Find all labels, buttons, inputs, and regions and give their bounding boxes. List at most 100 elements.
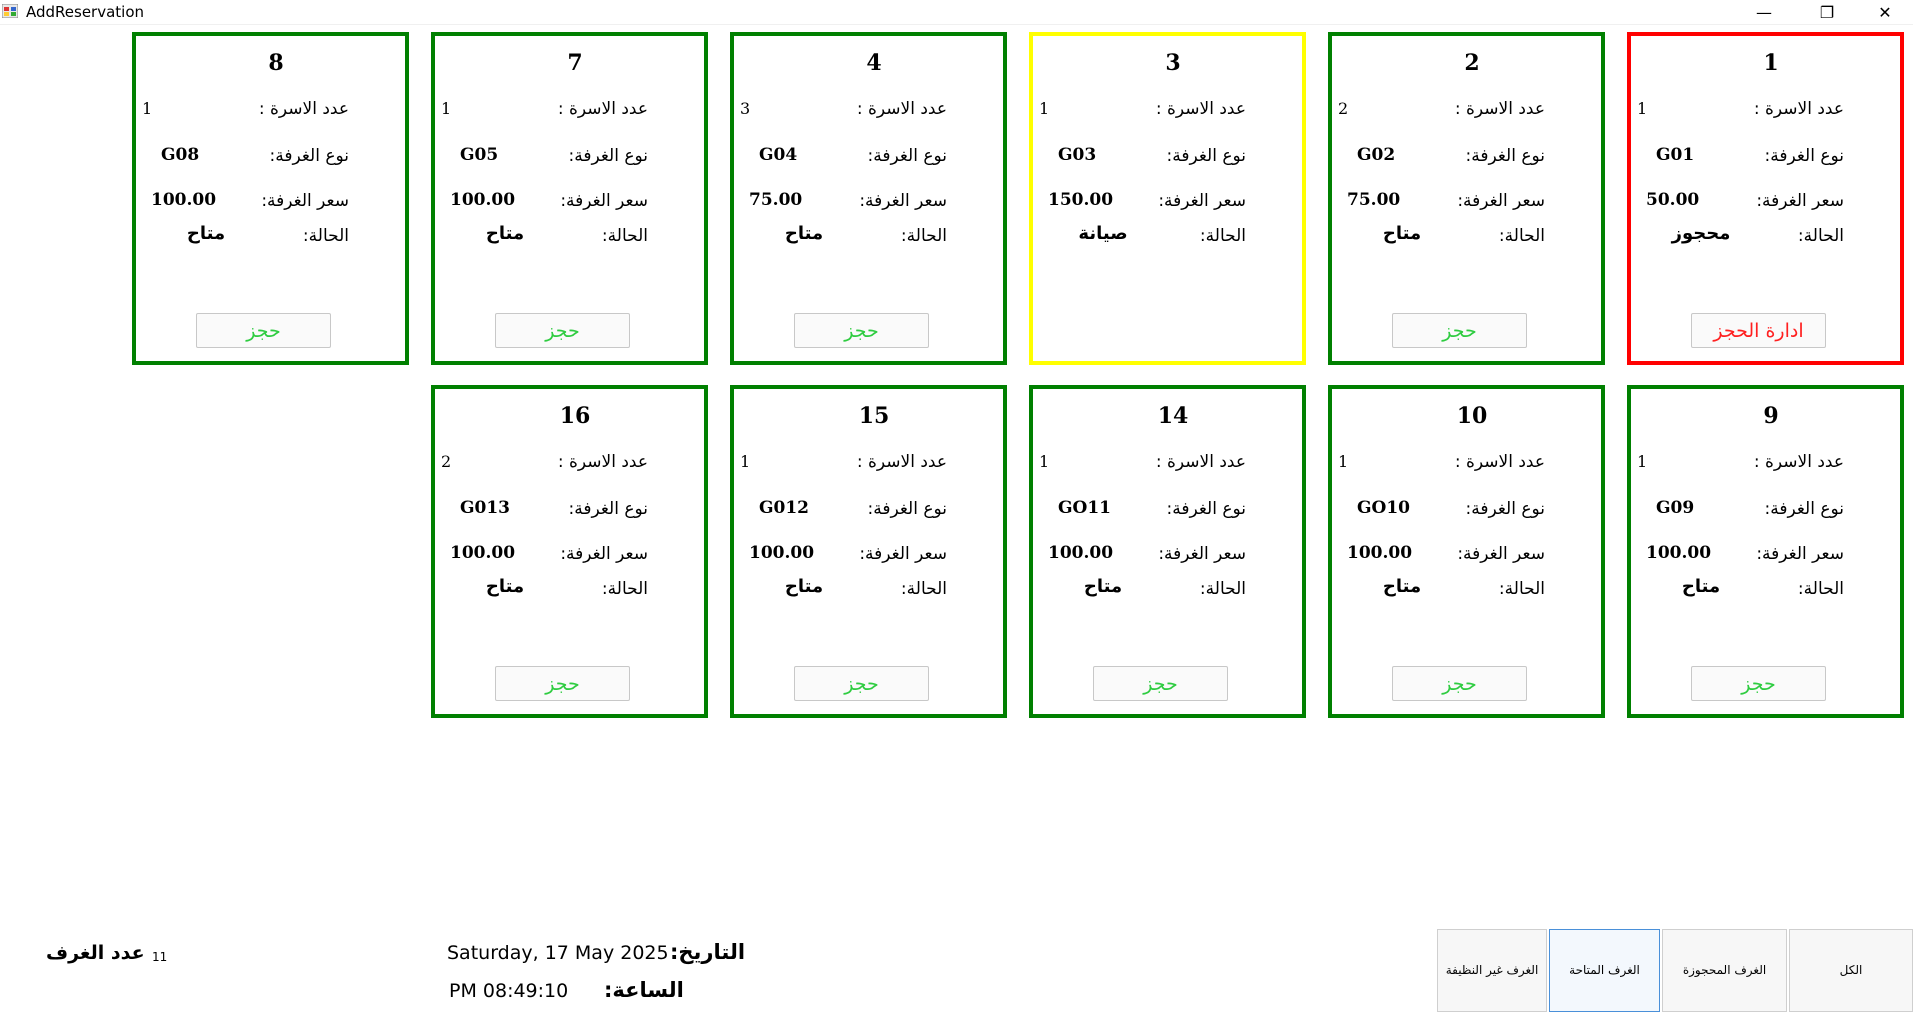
room-number: 7 xyxy=(567,50,583,76)
beds-label: عدد الاسرة : xyxy=(1454,99,1545,119)
room-type-value: G04 xyxy=(759,145,798,165)
status-label: الحالة: xyxy=(900,226,947,246)
status-label: الحالة: xyxy=(1498,579,1545,599)
filter-available-rooms-button[interactable]: الغرف المتاحة xyxy=(1549,929,1660,1012)
beds-value: 1 xyxy=(441,99,452,118)
room-price-value: 100.00 xyxy=(450,543,516,563)
status-value: صيانة xyxy=(1078,223,1128,244)
room-number: 15 xyxy=(858,403,890,429)
status-label: الحالة: xyxy=(1498,226,1545,246)
filter-unclean-rooms-button[interactable]: الغرف غير النظيفة xyxy=(1437,929,1547,1012)
beds-label: عدد الاسرة : xyxy=(1753,99,1844,119)
room-card-10: 10 عدد الاسرة : 1 نوع الغرفة: GO10 سعر ا… xyxy=(1328,385,1605,718)
room-number: 9 xyxy=(1763,403,1779,429)
reserve-button[interactable]: حجز xyxy=(794,313,929,348)
room-type-value: G03 xyxy=(1058,145,1097,165)
beds-label: عدد الاسرة : xyxy=(1155,99,1246,119)
room-card-14: 14 عدد الاسرة : 1 نوع الغرفة: GO11 سعر ا… xyxy=(1029,385,1306,718)
beds-value: 2 xyxy=(1338,99,1349,118)
room-price-value: 75.00 xyxy=(1347,190,1401,210)
filter-all-button[interactable]: الكل xyxy=(1789,929,1913,1012)
room-number: 4 xyxy=(866,50,882,76)
room-type-label: نوع الغرفة: xyxy=(1764,146,1844,166)
room-number: 8 xyxy=(268,50,284,76)
beds-label: عدد الاسرة : xyxy=(1454,452,1545,472)
room-card-9: 9 عدد الاسرة : 1 نوع الغرفة: G09 سعر الغ… xyxy=(1627,385,1904,718)
room-type-label: نوع الغرفة: xyxy=(867,499,947,519)
status-label: الحالة: xyxy=(1797,226,1844,246)
room-price-value: 100.00 xyxy=(1646,543,1712,563)
time-label: الساعة: xyxy=(604,978,684,1002)
reserve-button[interactable]: حجز xyxy=(1093,666,1228,701)
status-label: الحالة: xyxy=(601,226,648,246)
room-price-label: سعر الغرفة: xyxy=(560,191,648,211)
room-type-label: نوع الغرفة: xyxy=(1764,499,1844,519)
beds-label: عدد الاسرة : xyxy=(1753,452,1844,472)
room-card-2: 2 عدد الاسرة : 2 نوع الغرفة: G02 سعر الغ… xyxy=(1328,32,1605,365)
status-value: متاح xyxy=(1083,576,1123,597)
room-price-label: سعر الغرفة: xyxy=(1457,544,1545,564)
beds-value: 1 xyxy=(1039,99,1050,118)
beds-value: 1 xyxy=(1039,452,1050,471)
beds-value: 1 xyxy=(1637,99,1648,118)
maximize-button[interactable]: ❐ xyxy=(1804,0,1850,24)
beds-label: عدد الاسرة : xyxy=(557,452,648,472)
reserve-button[interactable]: حجز xyxy=(495,313,630,348)
minimize-button[interactable]: — xyxy=(1741,0,1787,24)
beds-value: 1 xyxy=(740,452,751,471)
room-card-8: 8 عدد الاسرة : 1 نوع الغرفة: G08 سعر الغ… xyxy=(132,32,409,365)
room-type-value: G02 xyxy=(1357,145,1396,165)
beds-value: 1 xyxy=(142,99,153,118)
room-price-value: 75.00 xyxy=(749,190,803,210)
status-value: متاح xyxy=(1382,223,1422,244)
reserve-button[interactable]: حجز xyxy=(794,666,929,701)
room-type-value: G05 xyxy=(460,145,499,165)
manage-reservation-button[interactable]: ادارة الحجز xyxy=(1691,313,1826,348)
status-label: الحالة: xyxy=(302,226,349,246)
room-price-value: 50.00 xyxy=(1646,190,1700,210)
reserve-button[interactable]: حجز xyxy=(495,666,630,701)
reserve-button[interactable]: حجز xyxy=(1392,666,1527,701)
room-type-value: G01 xyxy=(1656,145,1695,165)
status-label: الحالة: xyxy=(1797,579,1844,599)
room-price-label: سعر الغرفة: xyxy=(859,191,947,211)
room-type-label: نوع الغرفة: xyxy=(568,146,648,166)
status-value: متاح xyxy=(485,576,525,597)
time-value: PM 08:49:10 xyxy=(449,980,569,1002)
room-type-label: نوع الغرفة: xyxy=(867,146,947,166)
beds-value: 2 xyxy=(441,452,452,471)
room-type-label: نوع الغرفة: xyxy=(1166,146,1246,166)
room-card-4: 4 عدد الاسرة : 3 نوع الغرفة: G04 سعر الغ… xyxy=(730,32,1007,365)
reserve-button[interactable]: حجز xyxy=(1691,666,1826,701)
room-number: 16 xyxy=(559,403,591,429)
reserve-button[interactable]: حجز xyxy=(1392,313,1527,348)
close-button[interactable]: ✕ xyxy=(1862,0,1908,24)
room-price-value: 100.00 xyxy=(749,543,815,563)
beds-label: عدد الاسرة : xyxy=(856,452,947,472)
date-label: التاريخ: xyxy=(670,940,746,964)
beds-label: عدد الاسرة : xyxy=(1155,452,1246,472)
room-card-15: 15 عدد الاسرة : 1 نوع الغرفة: G012 سعر ا… xyxy=(730,385,1007,718)
room-type-label: نوع الغرفة: xyxy=(1465,499,1545,519)
status-value: متاح xyxy=(485,223,525,244)
room-price-value: 150.00 xyxy=(1048,190,1114,210)
status-value: متاح xyxy=(186,223,226,244)
room-price-value: 100.00 xyxy=(151,190,217,210)
room-type-value: G08 xyxy=(161,145,200,165)
room-price-label: سعر الغرفة: xyxy=(1756,544,1844,564)
filter-booked-rooms-button[interactable]: الغرف المحجوزة xyxy=(1662,929,1787,1012)
room-number: 14 xyxy=(1157,403,1189,429)
room-type-value: GO11 xyxy=(1058,498,1111,518)
room-price-label: سعر الغرفة: xyxy=(1756,191,1844,211)
reserve-button[interactable]: حجز xyxy=(196,313,331,348)
room-type-value: G013 xyxy=(460,498,511,518)
room-price-label: سعر الغرفة: xyxy=(261,191,349,211)
status-label: الحالة: xyxy=(601,579,648,599)
status-value: متاح xyxy=(1681,576,1721,597)
beds-label: عدد الاسرة : xyxy=(856,99,947,119)
room-card-3: 3 عدد الاسرة : 1 نوع الغرفة: G03 سعر الغ… xyxy=(1029,32,1306,365)
room-type-label: نوع الغرفة: xyxy=(568,499,648,519)
room-type-label: نوع الغرفة: xyxy=(1166,499,1246,519)
room-type-label: نوع الغرفة: xyxy=(1465,146,1545,166)
room-price-value: 100.00 xyxy=(1347,543,1413,563)
